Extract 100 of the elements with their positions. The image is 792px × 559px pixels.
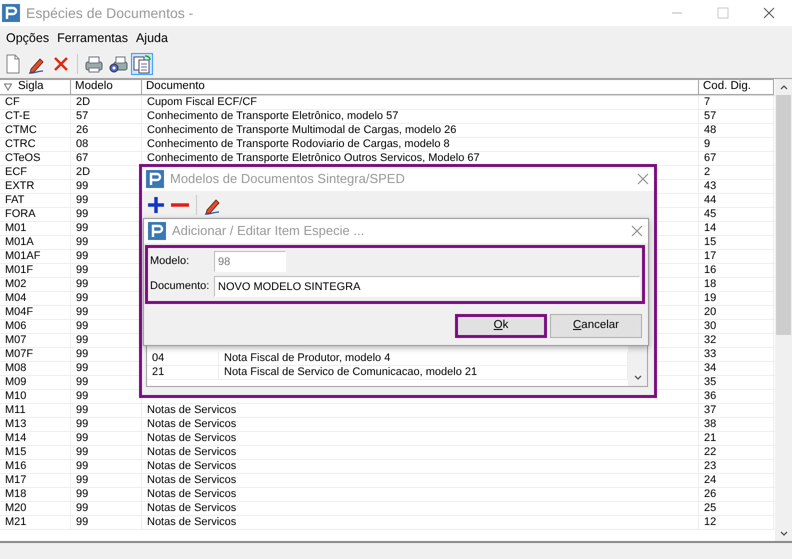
dialog-button[interactable]: Cancelar [550,314,642,338]
table-cell: EXTR [0,180,71,193]
table-cell: Notas de Servicos [142,488,699,501]
menu-item[interactable]: Opções [2,28,54,48]
menu-item[interactable]: Ajuda [132,28,172,48]
table-cell: 12 [699,516,774,529]
table-cell: M04F [0,306,71,319]
window-title: Espécies de Documentos - [26,4,194,23]
table-cell: 37 [699,404,774,417]
table-cell: 2D [71,96,142,109]
close-icon[interactable] [636,172,650,186]
table-cell: 45 [699,208,774,221]
dialog-title: Modelos de Documentos Sintegra/SPED [170,170,406,188]
app-logo-icon [148,222,166,240]
app-logo-icon [146,170,164,188]
table-cell: 25 [699,502,774,515]
table-cell: Notas de Servicos [142,516,699,529]
table-cell: 99 [71,502,142,515]
table-cell: Notas de Servicos [142,474,699,487]
table-cell: M01F [0,264,71,277]
table-cell: 14 [699,222,774,235]
field-label: Modelo: [150,254,190,270]
table-cell: M11 [0,404,71,417]
table-cell: 43 [699,180,774,193]
table-cell: 99 [71,432,142,445]
table-cell: 22 [699,446,774,459]
table-cell: M20 [0,502,71,515]
table-cell: Notas de Servicos [142,502,699,515]
scrollbar-thumb[interactable] [776,95,791,335]
input-field[interactable]: NOVO MODELO SINTEGRA [214,276,640,297]
table-cell: 2 [699,166,774,179]
table-cell: M10 [0,390,71,403]
table-cell: M01 [0,222,71,235]
column-header[interactable]: Sigla [0,79,71,95]
table-cell: 67 [699,152,774,165]
table-cell: M01A [0,236,71,249]
column-header[interactable]: Cod. Dig. [699,79,774,95]
table-cell: 44 [699,194,774,207]
table-cell: 23 [699,460,774,473]
table-cell: Notas de Servicos [142,460,699,473]
table-cell: Notas de Servicos [142,432,699,445]
table-cell: 20 [699,306,774,319]
table-cell: 04 [147,352,219,365]
table-cell: 99 [71,446,142,459]
scroll-down-icon[interactable] [632,374,642,382]
table-cell: 36 [699,390,774,403]
table-cell: 99 [71,418,142,431]
table-cell: M07 [0,334,71,347]
table-cell: 21 [699,432,774,445]
table-cell: M04 [0,292,71,305]
table-cell: M21 [0,516,71,529]
table-cell: CT-E [0,110,71,123]
table-cell: ECF [0,166,71,179]
table-cell: M13 [0,418,71,431]
table-cell: 33 [699,348,774,361]
table-cell: 35 [699,376,774,389]
table-cell: M07F [0,348,71,361]
table-cell: Notas de Servicos [142,404,699,417]
table-cell: 99 [71,404,142,417]
table-cell: 34 [699,362,774,375]
copy-documents-button[interactable] [131,53,153,75]
table-cell: Notas de Servicos [142,446,699,459]
close-icon[interactable] [630,224,644,238]
column-header[interactable]: Modelo [71,79,142,95]
dialog-title: Adicionar / Editar Item Especie ... [172,222,366,240]
table-cell: 32 [699,334,774,347]
minus-icon [171,203,189,207]
table-cell: 08 [71,138,142,151]
table-cell: CTRC [0,138,71,151]
table-cell: 48 [699,124,774,137]
table-cell: 17 [699,250,774,263]
table-cell: M14 [0,432,71,445]
table-cell: 26 [699,488,774,501]
table-cell: FAT [0,194,71,207]
table-cell: M18 [0,488,71,501]
table-cell: Notas de Servicos [142,418,699,431]
field-label: Documento: [150,279,210,294]
table-cell: M01AF [0,250,71,263]
table-cell: M09 [0,376,71,389]
table-cell: M08 [0,362,71,375]
menu-item[interactable]: Ferramentas [53,28,132,48]
table-cell: CTMC [0,124,71,137]
table-cell: Conhecimento de Transporte Rodoviario de Cargas, modelo 8 [142,138,699,151]
table-cell: Cupom Fiscal ECF/CF [142,96,699,109]
printer-gear-icon [108,54,128,74]
table-cell: CF [0,96,71,109]
printer-icon [84,54,104,74]
plus-button[interactable] [145,194,167,216]
table-cell: 57 [71,110,142,123]
plus-icon [146,195,166,215]
table-cell: M16 [0,460,71,473]
table-cell: 24 [699,474,774,487]
table-cell: 16 [699,264,774,277]
table-cell: M17 [0,474,71,487]
table-cell: 30 [699,320,774,333]
table-cell: 99 [71,516,142,529]
dialog-button[interactable]: Ok [455,314,547,338]
table-cell: FORA [0,208,71,221]
table-cell: 99 [71,474,142,487]
column-header[interactable]: Documento [142,79,699,95]
